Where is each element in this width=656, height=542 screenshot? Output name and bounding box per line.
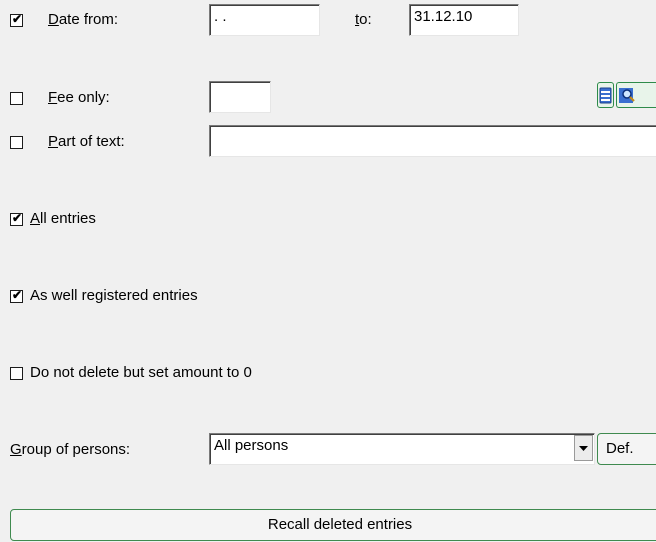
all-entries-label: All entries [30,210,96,227]
list-icon[interactable] [597,82,614,108]
fee-only-input[interactable] [209,81,271,113]
group-of-persons-label: Group of persons: [10,441,131,458]
recall-deleted-entries-button[interactable]: Recall deleted entries [10,509,656,541]
date-from-input[interactable]: . . [209,4,320,36]
group-of-persons-value: All persons [214,437,289,454]
no-delete-label: Do not delete but set amount to 0 [30,364,252,381]
date-to-label: to: [355,11,372,28]
check-mark-icon: ✔ [11,211,23,225]
fee-only-checkbox[interactable] [10,92,23,105]
group-of-persons-select[interactable]: All persons [209,433,595,465]
part-of-text-label: Part of text: [48,133,125,150]
fee-only-label: Fee only: [48,89,110,106]
date-to-input[interactable]: 31.12.10 [409,4,519,36]
all-entries-checkbox[interactable]: ✔ [10,211,23,226]
search-icon[interactable] [616,82,656,108]
part-of-text-input[interactable] [209,125,656,157]
dropdown-arrow-button[interactable] [574,435,593,461]
registered-entries-checkbox[interactable]: ✔ [10,288,23,303]
no-delete-checkbox[interactable] [10,367,23,380]
date-from-checkbox[interactable]: ✔ [10,12,23,27]
part-of-text-checkbox[interactable] [10,136,23,149]
check-mark-icon: ✔ [11,288,23,302]
date-from-label: Date from: [48,11,119,28]
chevron-down-icon [579,446,588,451]
registered-entries-label: As well registered entries [30,287,198,304]
check-mark-icon: ✔ [11,12,23,26]
def-button[interactable]: Def. [597,433,656,465]
